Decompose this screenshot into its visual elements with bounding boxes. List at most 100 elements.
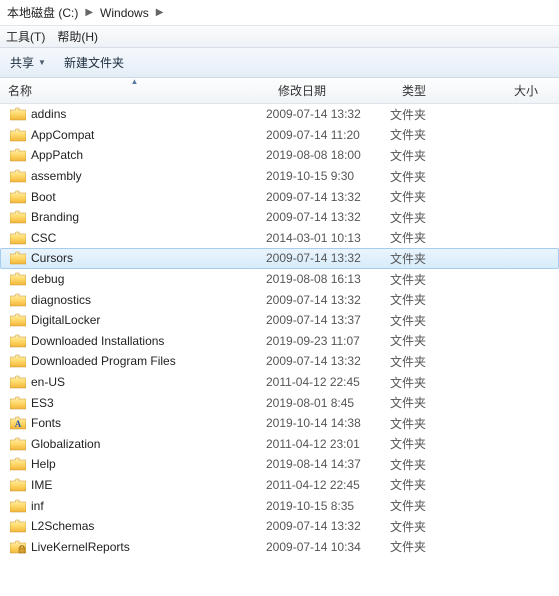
- file-name: diagnostics: [31, 293, 91, 307]
- cell-type: 文件夹: [390, 106, 502, 123]
- table-row[interactable]: AppCompat2009-07-14 11:20文件夹: [0, 125, 559, 146]
- locked-folder-icon: [10, 540, 26, 554]
- file-name: en-US: [31, 375, 65, 389]
- cell-name: CSC: [4, 231, 266, 245]
- chevron-right-icon[interactable]: ▶: [83, 7, 95, 18]
- table-row[interactable]: Globalization2011-04-12 23:01文件夹: [0, 434, 559, 455]
- file-name: Downloaded Program Files: [31, 354, 176, 368]
- cell-name: A Fonts: [4, 416, 266, 430]
- cell-type: 文件夹: [390, 476, 502, 493]
- file-name: ES3: [31, 396, 54, 410]
- cell-date: 2009-07-14 13:32: [266, 190, 390, 204]
- cell-name: LiveKernelReports: [4, 540, 266, 554]
- column-name[interactable]: 名称 ▲: [0, 78, 270, 103]
- table-row[interactable]: A Fonts 2019-10-14 14:38文件夹: [0, 413, 559, 434]
- cell-type: 文件夹: [390, 353, 502, 370]
- cell-type: 文件夹: [390, 250, 502, 267]
- cell-name: Boot: [4, 190, 266, 204]
- table-row[interactable]: Cursors2009-07-14 13:32文件夹: [0, 248, 559, 269]
- cell-type: 文件夹: [390, 291, 502, 308]
- new-folder-button[interactable]: 新建文件夹: [64, 54, 124, 71]
- chevron-down-icon: ▼: [38, 58, 46, 67]
- folder-icon: [10, 107, 26, 121]
- table-row[interactable]: AppPatch2019-08-08 18:00文件夹: [0, 145, 559, 166]
- table-row[interactable]: en-US2011-04-12 22:45文件夹: [0, 372, 559, 393]
- table-row[interactable]: CSC 2014-03-01 10:13文件夹: [0, 228, 559, 249]
- cell-date: 2019-10-14 14:38: [266, 416, 390, 430]
- table-row[interactable]: Branding2009-07-14 13:32文件夹: [0, 207, 559, 228]
- cell-date: 2019-08-08 18:00: [266, 148, 390, 162]
- table-row[interactable]: Boot2009-07-14 13:32文件夹: [0, 186, 559, 207]
- folder-icon: [10, 210, 26, 224]
- table-row[interactable]: DigitalLocker2009-07-14 13:37文件夹: [0, 310, 559, 331]
- file-name: DigitalLocker: [31, 313, 100, 327]
- toolbar: 共享 ▼ 新建文件夹: [0, 48, 559, 78]
- folder-icon: [10, 231, 26, 245]
- fonts-folder-icon: A: [10, 416, 26, 430]
- cell-name: ES3: [4, 396, 266, 410]
- folder-icon: [10, 437, 26, 451]
- menu-tools[interactable]: 工具(T): [6, 28, 45, 45]
- cell-date: 2009-07-14 13:32: [266, 354, 390, 368]
- menu-help[interactable]: 帮助(H): [57, 28, 98, 45]
- new-folder-label: 新建文件夹: [64, 54, 124, 71]
- table-row[interactable]: debug2019-08-08 16:13文件夹: [0, 269, 559, 290]
- column-label: 类型: [402, 82, 426, 99]
- cell-type: 文件夹: [390, 209, 502, 226]
- folder-icon: [10, 334, 26, 348]
- chevron-right-icon[interactable]: ▶: [154, 7, 166, 18]
- table-row[interactable]: Downloaded Installations2019-09-23 11:07…: [0, 331, 559, 352]
- cell-type: 文件夹: [390, 332, 502, 349]
- breadcrumb: 本地磁盘 (C:) ▶ Windows ▶: [0, 0, 559, 26]
- cell-date: 2009-07-14 11:20: [266, 128, 390, 142]
- file-name: debug: [31, 272, 64, 286]
- folder-icon: [10, 148, 26, 162]
- cell-name: addins: [4, 107, 266, 121]
- cell-name: en-US: [4, 375, 266, 389]
- cell-date: 2011-04-12 23:01: [266, 437, 390, 451]
- cell-date: 2009-07-14 13:32: [266, 107, 390, 121]
- folder-icon: [10, 169, 26, 183]
- column-date[interactable]: 修改日期: [270, 78, 394, 103]
- cell-date: 2019-10-15 9:30: [266, 169, 390, 183]
- table-row[interactable]: L2Schemas2009-07-14 13:32文件夹: [0, 516, 559, 537]
- file-list[interactable]: addins2009-07-14 13:32文件夹AppCompat2009-0…: [0, 104, 559, 596]
- file-name: Fonts: [31, 416, 61, 430]
- cell-date: 2011-04-12 22:45: [266, 375, 390, 389]
- cell-name: Cursors: [4, 251, 266, 265]
- cell-date: 2009-07-14 10:34: [266, 540, 390, 554]
- column-size[interactable]: 大小: [506, 78, 559, 103]
- cell-type: 文件夹: [390, 229, 502, 246]
- cell-date: 2009-07-14 13:32: [266, 251, 390, 265]
- breadcrumb-label: 本地磁盘 (C:): [7, 4, 78, 21]
- table-row[interactable]: addins2009-07-14 13:32文件夹: [0, 104, 559, 125]
- table-row[interactable]: ES3 2019-08-01 8:45文件夹: [0, 392, 559, 413]
- breadcrumb-item-windows[interactable]: Windows: [95, 6, 154, 20]
- share-button[interactable]: 共享 ▼: [10, 54, 46, 71]
- table-row[interactable]: assembly2019-10-15 9:30文件夹: [0, 166, 559, 187]
- cell-name: IME: [4, 478, 266, 492]
- file-name: CSC: [31, 231, 56, 245]
- cell-type: 文件夹: [390, 415, 502, 432]
- file-name: AppPatch: [31, 148, 83, 162]
- cell-date: 2014-03-01 10:13: [266, 231, 390, 245]
- cell-date: 2009-07-14 13:37: [266, 313, 390, 327]
- cell-type: 文件夹: [390, 188, 502, 205]
- column-label: 大小: [514, 82, 538, 99]
- file-name: Downloaded Installations: [31, 334, 164, 348]
- cell-type: 文件夹: [390, 394, 502, 411]
- table-row[interactable]: IME2011-04-12 22:45文件夹: [0, 475, 559, 496]
- table-row[interactable]: inf2019-10-15 8:35文件夹: [0, 495, 559, 516]
- folder-icon: [10, 375, 26, 389]
- table-row[interactable]: LiveKernelReports2009-07-14 10:34文件夹: [0, 536, 559, 557]
- cell-date: 2019-08-01 8:45: [266, 396, 390, 410]
- cell-type: 文件夹: [390, 435, 502, 452]
- file-name: inf: [31, 499, 44, 513]
- table-row[interactable]: Downloaded Program Files 2009-07-14 13:32…: [0, 351, 559, 372]
- table-row[interactable]: Help2019-08-14 14:37文件夹: [0, 454, 559, 475]
- folder-icon: [10, 190, 26, 204]
- file-name: Branding: [31, 210, 79, 224]
- breadcrumb-item-drive[interactable]: 本地磁盘 (C:): [2, 4, 83, 21]
- column-type[interactable]: 类型: [394, 78, 506, 103]
- table-row[interactable]: diagnostics2009-07-14 13:32文件夹: [0, 289, 559, 310]
